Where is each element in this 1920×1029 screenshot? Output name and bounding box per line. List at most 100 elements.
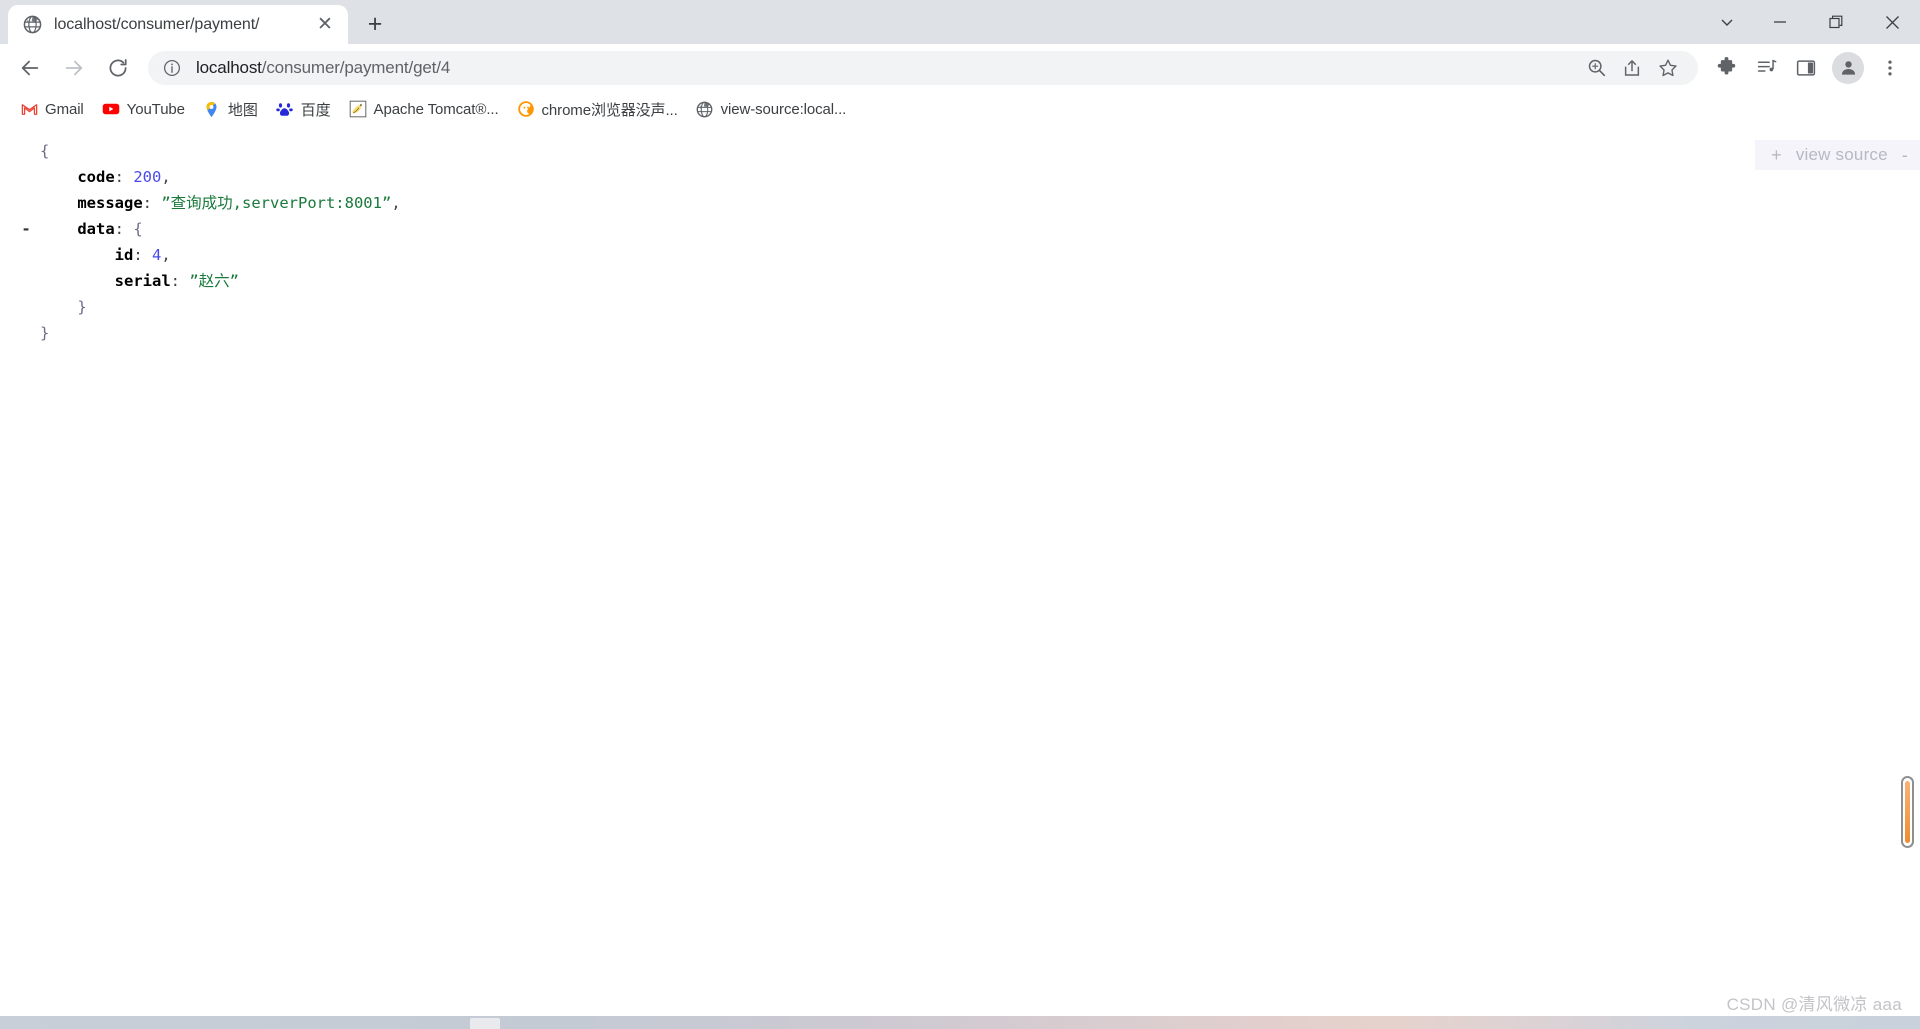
collapse-toggle-icon[interactable]: - <box>12 220 40 238</box>
expand-all-icon[interactable]: + <box>1771 145 1782 166</box>
url-path: /consumer/payment/get/4 <box>261 57 451 77</box>
browser-window: localhost/consumer/payment/ ✕ + localhos… <box>0 0 1920 1029</box>
bookmark-label: chrome浏览器没声... <box>541 101 678 119</box>
globe-icon <box>696 100 714 118</box>
close-icon[interactable]: ✕ <box>312 12 338 38</box>
bookmark-label: view-source:local... <box>720 100 847 118</box>
bookmarks-bar: Gmail YouTube 地图 百度 Apache Tomcat®... ch… <box>0 91 1920 128</box>
json-gutter <box>12 168 40 186</box>
json-punct: : <box>133 246 152 264</box>
json-punct: , <box>161 246 171 264</box>
bookmark-view-source[interactable]: view-source:local... <box>688 95 855 123</box>
omnibox-actions <box>1576 52 1684 84</box>
bookmark-gmail[interactable]: Gmail <box>12 95 92 123</box>
browser-toolbar: localhost/consumer/payment/get/4 <box>0 44 1920 91</box>
json-key: code <box>77 168 115 186</box>
maximize-restore-icon[interactable] <box>1808 0 1864 44</box>
google-maps-icon <box>203 100 221 118</box>
json-line: { <box>12 138 1920 164</box>
json-key: message <box>77 194 143 212</box>
globe-icon <box>22 15 42 35</box>
zoom-icon[interactable] <box>1580 52 1612 84</box>
baidu-icon <box>276 100 294 118</box>
bookmark-chrome-note[interactable]: chrome浏览器没声... <box>509 95 686 123</box>
bookmark-label: YouTube <box>126 100 185 118</box>
watermark: CSDN @清风微凉 aaa <box>1726 995 1902 1014</box>
json-punct: : <box>114 168 134 186</box>
taskbar-sliver <box>0 1016 1920 1029</box>
vertical-scroll-thumb[interactable] <box>1901 776 1914 848</box>
json-gutter <box>12 142 40 160</box>
json-gutter <box>12 324 40 342</box>
view-source-label[interactable]: view source <box>1796 145 1888 165</box>
address-bar-text: localhost/consumer/payment/get/4 <box>196 58 450 78</box>
json-brace: } <box>77 298 87 316</box>
bookmark-baidu[interactable]: 百度 <box>268 95 339 123</box>
tomcat-icon <box>349 100 367 118</box>
close-window-icon[interactable] <box>1864 0 1920 44</box>
bookmark-youtube[interactable]: YouTube <box>94 95 193 123</box>
avatar[interactable] <box>1832 51 1864 84</box>
bookmark-label: 百度 <box>300 101 331 119</box>
share-icon[interactable] <box>1616 52 1648 84</box>
minimize-icon[interactable] <box>1752 0 1808 44</box>
collapse-all-icon[interactable]: - <box>1902 145 1908 166</box>
new-tab-button[interactable]: + <box>358 7 392 41</box>
json-gutter <box>12 272 40 290</box>
reload-button[interactable] <box>99 49 137 87</box>
json-num: 4 <box>152 246 162 264</box>
json-punct: , <box>391 194 401 212</box>
address-bar[interactable]: localhost/consumer/payment/get/4 <box>148 50 1698 85</box>
json-key: serial <box>114 272 171 290</box>
json-line: id: 4, <box>12 242 1920 268</box>
bookmark-label: Apache Tomcat®... <box>373 100 499 118</box>
bookmark-label: Gmail <box>45 100 84 118</box>
back-button[interactable] <box>11 49 49 87</box>
json-punct: , <box>161 168 171 186</box>
forward-button[interactable] <box>55 49 93 87</box>
bookmark-maps[interactable]: 地图 <box>195 95 266 123</box>
tab-active[interactable]: localhost/consumer/payment/ ✕ <box>8 5 348 44</box>
json-line: - data: { <box>12 216 1920 242</box>
json-str: ”赵六” <box>189 272 239 290</box>
json-punct: : <box>170 272 190 290</box>
json-line: } <box>12 320 1920 346</box>
json-key: data <box>77 220 115 238</box>
json-line: message: ”查询成功,serverPort:8001”, <box>12 190 1920 216</box>
youtube-icon <box>102 100 120 118</box>
overflow-menu-icon[interactable] <box>1872 50 1908 86</box>
json-num: 200 <box>133 168 162 186</box>
site-info-icon[interactable] <box>162 58 182 78</box>
extensions-icon[interactable] <box>1708 50 1744 86</box>
page-content: + view source - { code: 200, message: ”查… <box>0 128 1920 1029</box>
json-brace: } <box>40 324 50 342</box>
json-str: ”查询成功,serverPort:8001” <box>161 194 392 212</box>
bookmark-label: 地图 <box>227 101 258 119</box>
gmail-icon <box>20 100 38 118</box>
bookmark-tomcat[interactable]: Apache Tomcat®... <box>341 95 507 123</box>
side-panel-icon[interactable] <box>1788 50 1824 86</box>
url-host: localhost <box>196 57 262 77</box>
firefox-icon <box>517 100 535 118</box>
json-punct: : <box>114 220 134 238</box>
json-line: } <box>12 294 1920 320</box>
json-brace: { <box>40 142 50 160</box>
tab-title: localhost/consumer/payment/ <box>54 15 260 33</box>
json-line: code: 200, <box>12 164 1920 190</box>
view-source-toggle[interactable]: + view source - <box>1755 140 1920 170</box>
json-line: serial: ”赵六” <box>12 268 1920 294</box>
media-control-icon[interactable] <box>1748 50 1784 86</box>
tab-strip: localhost/consumer/payment/ ✕ + <box>0 0 1920 44</box>
chevron-down-icon[interactable] <box>1702 0 1752 44</box>
bookmark-star-icon[interactable] <box>1652 52 1684 84</box>
json-gutter <box>12 194 40 212</box>
json-key: id <box>114 246 134 264</box>
json-tree: { code: 200, message: ”查询成功,serverPort:8… <box>0 128 1920 346</box>
scroll-thumb-fill <box>1905 781 1910 843</box>
